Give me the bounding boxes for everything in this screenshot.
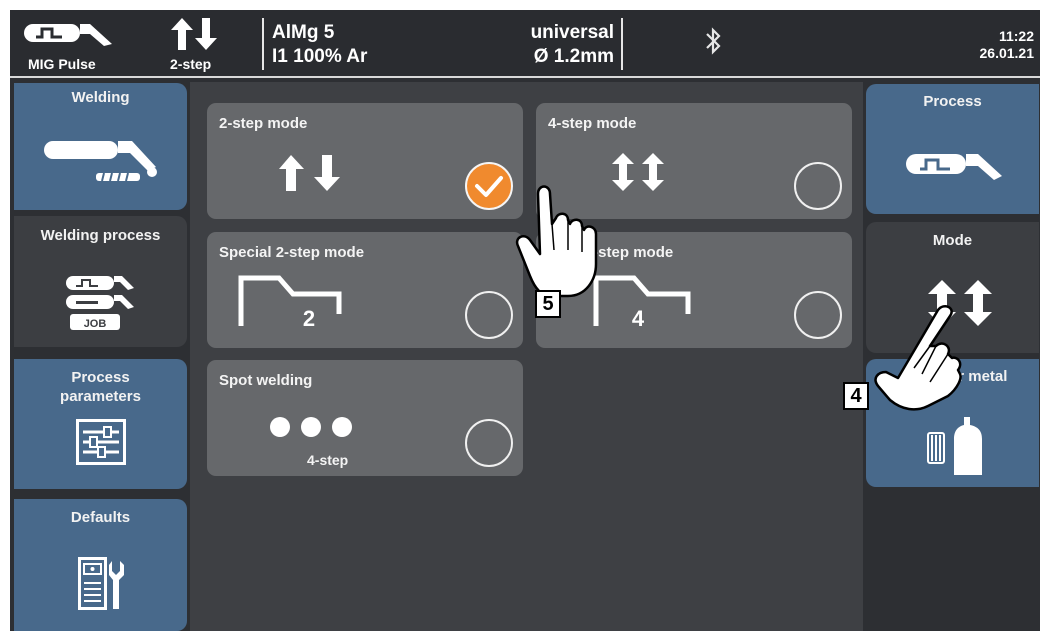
machine-defaults-icon	[78, 557, 124, 610]
special-2-step-profile-icon: 2	[238, 275, 342, 328]
mig-pulse-icon	[906, 154, 1002, 180]
clock-date: 26.01.21	[979, 45, 1035, 61]
welding-torch-icon	[44, 141, 157, 182]
mode-name: 2-step	[170, 56, 212, 72]
mode-card-special-2-step[interactable]: Special 2-step mode 2	[207, 232, 523, 348]
nav-process-parameters[interactable]: Process parameters	[14, 359, 187, 489]
nav-welding[interactable]: Welding	[14, 83, 187, 210]
status-divider	[10, 76, 1040, 78]
mode-radio[interactable]	[794, 162, 842, 210]
mig-pulse-icon	[24, 24, 112, 46]
nav-welding-label: Welding	[71, 89, 130, 106]
spot-dots-icon	[270, 417, 352, 437]
mode-radio[interactable]	[794, 291, 842, 339]
nav-defaults[interactable]: Defaults	[14, 499, 187, 631]
nav-process[interactable]: Process	[866, 84, 1039, 214]
nav-defaults-label: Defaults	[70, 509, 131, 526]
process-name: MIG Pulse	[28, 56, 96, 72]
job-process-icon: JOB	[66, 276, 134, 330]
mode-radio[interactable]	[465, 419, 513, 467]
status-bar: MIG Pulse 2-step AlMg 5 I1 100% Ar unive…	[10, 10, 1040, 78]
nav-process-label: Process	[923, 93, 982, 110]
bluetooth-icon[interactable]	[703, 26, 723, 56]
special-4-step-profile-icon: 4	[593, 275, 691, 328]
nav-welding-process[interactable]: Welding process JOB	[14, 216, 187, 347]
mode-card-label: 2-step mode	[219, 115, 308, 132]
material-label: AlMg 5	[272, 22, 335, 43]
mode-card-spot-welding[interactable]: Spot welding 4-step	[207, 360, 523, 476]
mode-card-label: 4-step mode	[548, 115, 637, 132]
mode-card-2-step[interactable]: 2-step mode	[207, 103, 523, 219]
characteristic-label: universal	[530, 22, 614, 43]
2-step-arrows-icon	[171, 18, 217, 50]
nav-process-parameters-label: Process parameters	[60, 369, 141, 405]
step-callout-4: 4	[843, 382, 869, 410]
filler-metal-icon	[927, 417, 982, 475]
checkmark-icon	[475, 176, 503, 197]
gas-label: I1 100% Ar	[272, 46, 368, 67]
spot-welding-sublabel: 4-step	[307, 452, 349, 468]
nav-welding-process-label: Welding process	[40, 227, 161, 244]
mode-radio-selected[interactable]	[465, 162, 513, 210]
pointing-hand-icon	[515, 185, 598, 298]
welding-display: MIG Pulse 2-step AlMg 5 I1 100% Ar unive…	[10, 10, 1040, 631]
special-2-step-digit: 2	[303, 306, 315, 328]
nav-mode-label: Mode	[932, 232, 973, 249]
pointing-hand-icon	[874, 305, 962, 411]
mode-card-label: Spot welding	[219, 372, 313, 389]
mode-radio[interactable]	[465, 291, 513, 339]
separator	[621, 18, 623, 70]
mode-card-label: Special 2-step mode	[219, 244, 365, 261]
mode-selection-panel: 2-step mode 4-step mode Special 2-step m…	[190, 82, 863, 631]
separator	[262, 18, 264, 70]
special-4-step-digit: 4	[632, 306, 645, 328]
svg-text:JOB: JOB	[84, 318, 107, 330]
step-callout-5: 5	[535, 290, 561, 318]
2-step-arrows-icon	[279, 155, 340, 191]
4-step-arrows-icon	[612, 153, 664, 191]
clock-time: 11:22	[998, 28, 1034, 44]
parameter-sliders-icon	[76, 419, 126, 465]
wire-diameter-label: Ø 1.2mm	[533, 46, 614, 67]
